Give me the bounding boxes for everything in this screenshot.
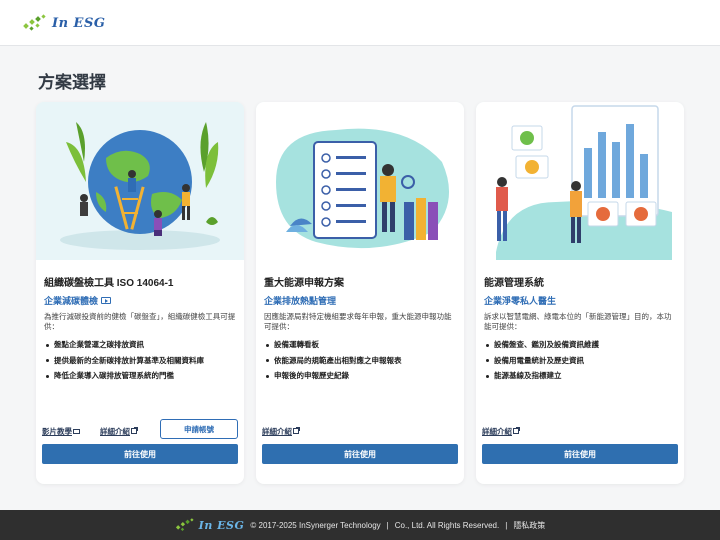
list-item: 盤點企業營運之碳排放資訊 bbox=[44, 340, 240, 350]
detail-link[interactable]: 詳細介紹 bbox=[262, 426, 300, 437]
card-title: 組織碳盤檢工具 ISO 14064-1 bbox=[44, 278, 174, 289]
list-item: 設備用電量統計及歷史資訊 bbox=[484, 356, 680, 366]
video-tutorial-link[interactable]: 影片教學 bbox=[42, 426, 80, 437]
logo[interactable]: In ESG bbox=[22, 11, 105, 35]
external-link-icon bbox=[513, 427, 520, 434]
card-links: 影片教學 詳細介紹 bbox=[42, 424, 157, 438]
card-illustration-earth bbox=[36, 102, 244, 260]
footer-separator: | bbox=[386, 520, 389, 530]
detail-link-label: 詳細介紹 bbox=[262, 426, 292, 436]
list-item: 依能源局的規範產出相對應之申報報表 bbox=[264, 356, 460, 366]
external-link-icon bbox=[131, 427, 138, 434]
card-energy-management: 能源管理系統 企業淨零私人醫生 訴求以智慧電網、綠電本位的「新能源管理」目的，本… bbox=[476, 102, 684, 484]
card-carbon-inventory: 組織碳盤檢工具 ISO 14064-1 企業減碳體檢 為推行減碳投資前的健檢「碳… bbox=[36, 102, 244, 484]
card-illustration-dashboard bbox=[476, 102, 684, 260]
card-title: 重大能源申報方案 bbox=[264, 278, 344, 289]
list-item: 設備盤查、鑑別及設備資訊維護 bbox=[484, 340, 680, 350]
card-links: 詳細介紹 bbox=[262, 424, 319, 438]
card-title: 能源管理系統 bbox=[484, 278, 544, 289]
logo-leaf-icon bbox=[23, 14, 46, 31]
card-subtitle: 企業減碳體檢 bbox=[44, 294, 112, 307]
detail-link-label: 詳細介紹 bbox=[482, 426, 512, 436]
card-subtitle-text: 企業淨零私人醫生 bbox=[484, 296, 557, 306]
footer: In ESG © 2017-2025 InSynerger Technology… bbox=[0, 510, 720, 540]
footer-logo-text: In ESG bbox=[198, 518, 245, 532]
feature-list: 設備運轉看板 依能源局的規範產出相對應之申報報表 申報後的申報歷史紀錄 bbox=[264, 340, 460, 387]
video-play-icon[interactable] bbox=[101, 297, 112, 304]
video-icon bbox=[73, 428, 80, 434]
card-description: 訴求以智慧電網、綠電本位的「新能源管理」目的，本功能可提供： bbox=[484, 312, 672, 331]
dashboard-illustration-icon bbox=[476, 102, 684, 260]
card-description: 為推行減碳投資前的健檢「碳盤查」，組織碳健檢工具可提供： bbox=[44, 312, 236, 331]
footer-company: Co., Ltd. All Rights Reserved. bbox=[394, 520, 500, 530]
card-subtitle: 企業淨零私人醫生 bbox=[484, 294, 556, 307]
card-description: 因應能源局對特定機組要求每年申報，重大能源申報功能可提供： bbox=[264, 312, 452, 331]
list-item: 設備運轉看板 bbox=[264, 340, 460, 350]
list-item: 提供最新的全新碳排放計算基準及相關資料庫 bbox=[44, 356, 240, 366]
footer-logo-leaf-icon bbox=[175, 518, 194, 531]
list-item: 申報後的申報歷史紀錄 bbox=[264, 371, 460, 381]
go-to-use-button[interactable]: 前往使用 bbox=[42, 444, 238, 464]
go-to-use-button[interactable]: 前往使用 bbox=[482, 444, 678, 464]
list-item: 能源基線及指標建立 bbox=[484, 371, 680, 381]
card-energy-report: 重大能源申報方案 企業排放熱點管理 因應能源局對特定機組要求每年申報，重大能源申… bbox=[256, 102, 464, 484]
card-illustration-checklist bbox=[256, 102, 464, 260]
top-bar: In ESG bbox=[0, 0, 720, 46]
card-subtitle-text: 企業排放熱點管理 bbox=[264, 296, 337, 306]
footer-copyright: © 2017-2025 InSynerger Technology bbox=[250, 520, 381, 530]
card-subtitle: 企業排放熱點管理 bbox=[264, 294, 336, 307]
checklist-illustration-icon bbox=[256, 102, 464, 260]
page-title: 方案選擇 bbox=[38, 73, 106, 92]
apply-account-button[interactable]: 申請帳號 bbox=[160, 419, 238, 439]
detail-link-label: 詳細介紹 bbox=[100, 426, 130, 436]
detail-link[interactable]: 詳細介紹 bbox=[482, 426, 520, 437]
logo-text: In ESG bbox=[52, 15, 106, 31]
video-tutorial-label: 影片教學 bbox=[42, 426, 72, 436]
list-item: 降低企業導入碳排放管理系統的門檻 bbox=[44, 371, 240, 381]
card-links: 詳細介紹 bbox=[482, 424, 539, 438]
privacy-policy-link[interactable]: 隱私政策 bbox=[513, 520, 545, 531]
detail-link[interactable]: 詳細介紹 bbox=[100, 426, 138, 437]
footer-separator: | bbox=[505, 520, 508, 530]
footer-logo: In ESG bbox=[175, 516, 245, 534]
feature-list: 設備盤查、鑑別及設備資訊維護 設備用電量統計及歷史資訊 能源基線及指標建立 bbox=[484, 340, 680, 387]
feature-list: 盤點企業營運之碳排放資訊 提供最新的全新碳排放計算基準及相關資料庫 降低企業導入… bbox=[44, 340, 240, 387]
earth-illustration-icon bbox=[36, 102, 244, 260]
card-subtitle-text: 企業減碳體檢 bbox=[44, 296, 99, 306]
go-to-use-button[interactable]: 前往使用 bbox=[262, 444, 458, 464]
external-link-icon bbox=[293, 427, 300, 434]
